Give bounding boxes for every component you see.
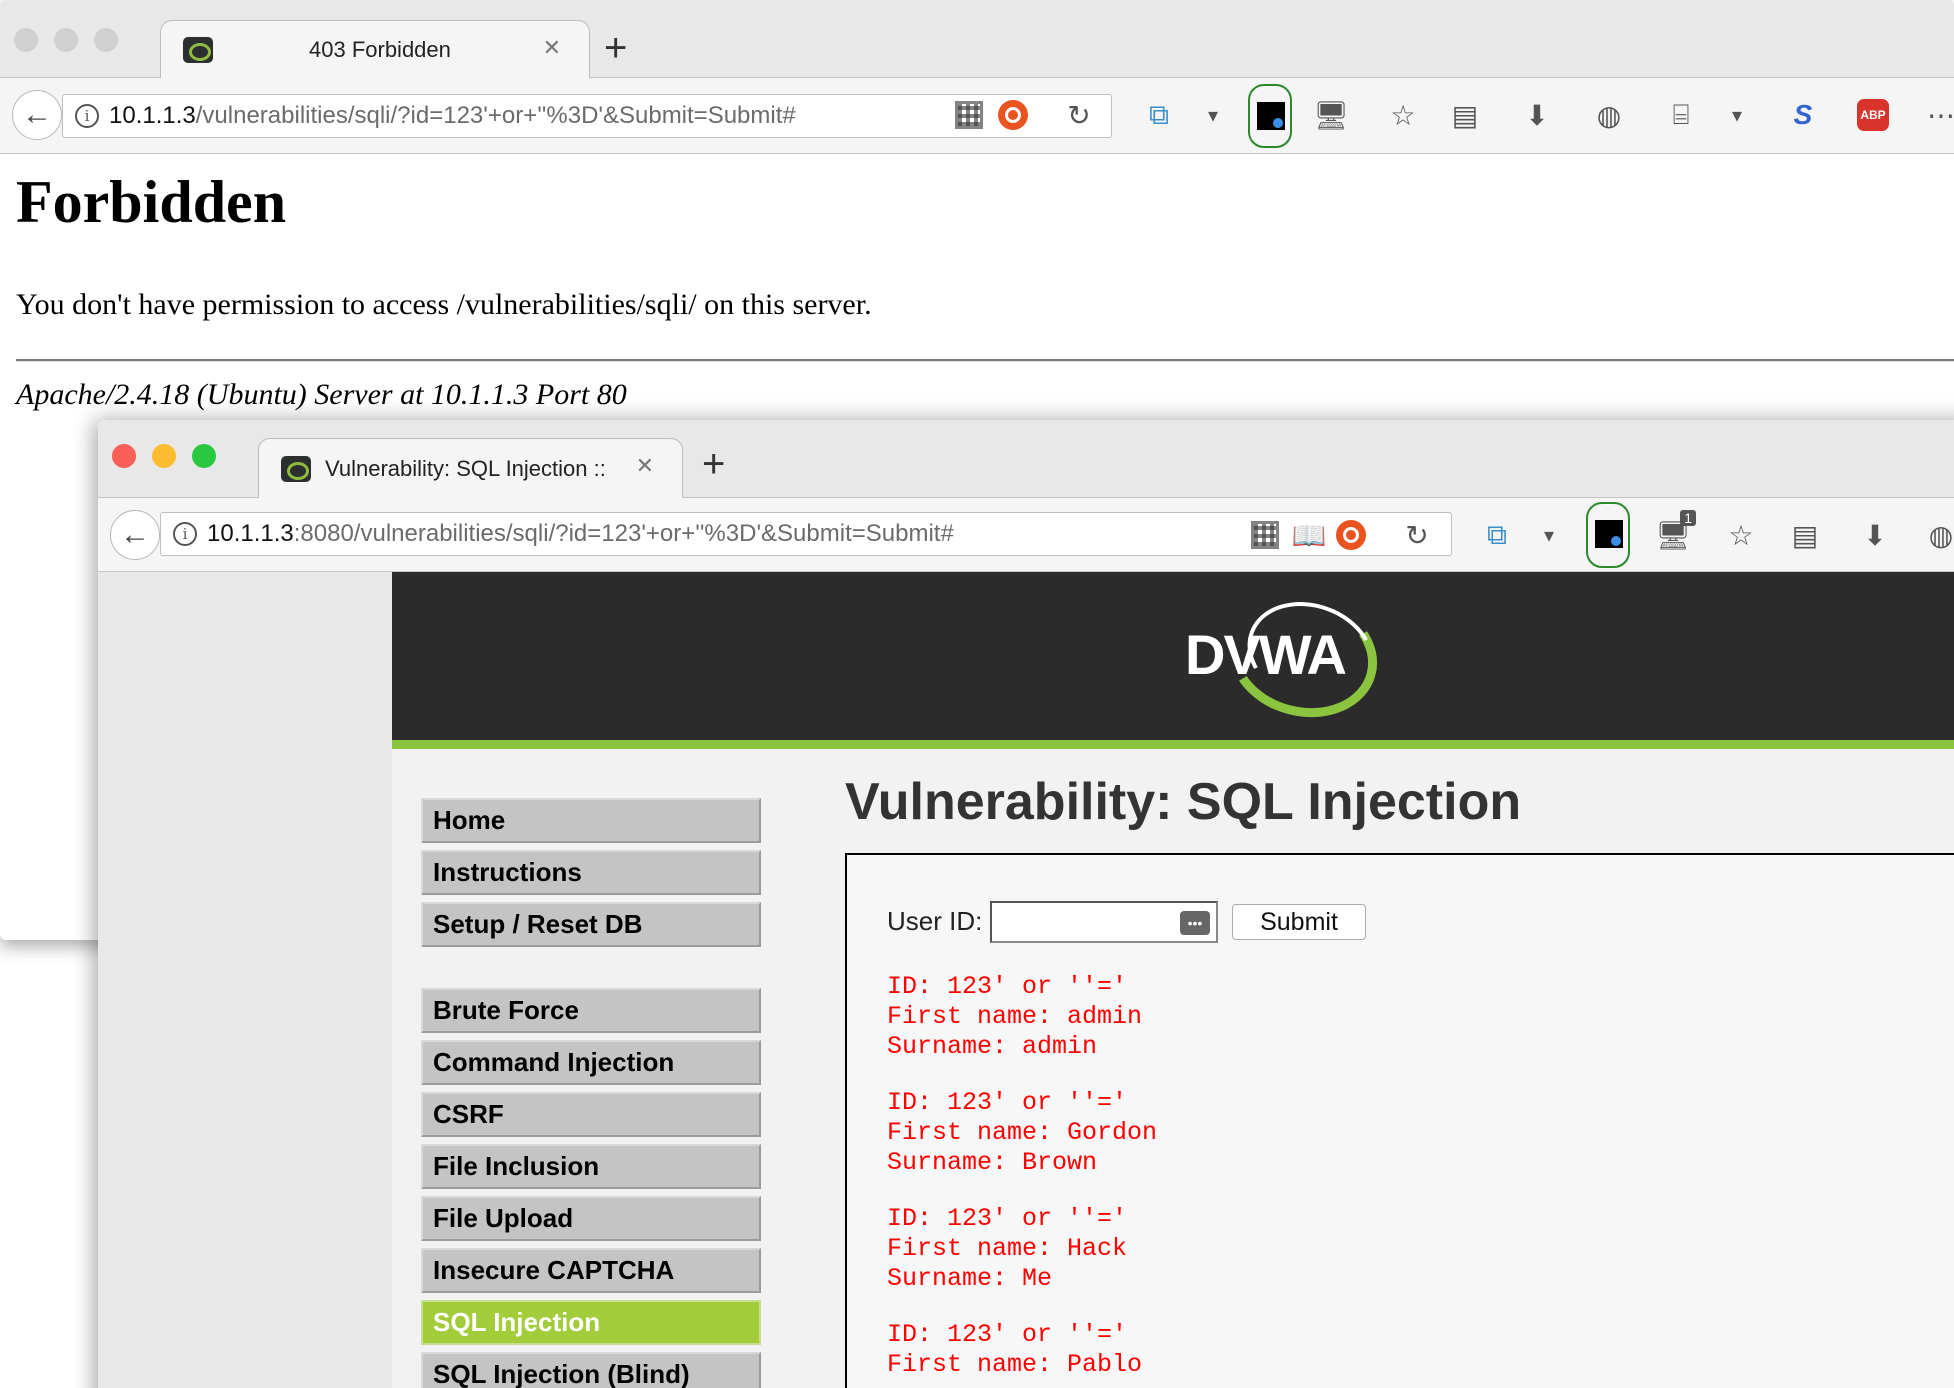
menu-item-command-injection[interactable]: Command Injection [421,1040,761,1085]
new-tab-icon[interactable]: + [702,444,725,484]
page-left-margin [98,572,392,1388]
menu-item-instructions[interactable]: Instructions [421,850,761,895]
black-square-icon [1595,520,1623,548]
divider [16,359,1954,362]
menu-item-sql-injection-blind[interactable]: SQL Injection (Blind) [421,1352,761,1388]
more-icon[interactable]: ⋯ [1924,98,1954,132]
result-id: ID: 123' or ''=' [887,972,1128,1001]
s-extension-icon[interactable]: S [1786,98,1820,132]
zoom-window-dot[interactable] [192,444,216,468]
back-button[interactable]: ← [110,510,160,560]
user-id-label: User ID: [887,906,983,936]
globe-icon[interactable]: ◍ [1924,518,1954,552]
dvwa-header [392,572,1954,740]
zoom-window-dot[interactable] [94,28,118,52]
reload-icon[interactable]: ↻ [1062,98,1096,132]
user-id-input[interactable]: ••• [990,901,1218,943]
menu-item-sql-injection[interactable]: SQL Injection [421,1300,761,1345]
reload-icon[interactable]: ↻ [1400,518,1434,552]
dropdown-arrow-icon[interactable]: ▾ [1720,98,1754,132]
dropdown-arrow-icon[interactable]: ▾ [1196,98,1230,132]
close-tab-icon[interactable]: ✕ [636,453,654,479]
url-path: /vulnerabilities/sqli/?id=123'+or+''%3D'… [195,102,796,129]
url-host: 10.1.1.3 [109,102,196,129]
extension-highlight[interactable] [1586,502,1630,568]
bookmark-star-icon[interactable]: ☆ [1724,518,1758,552]
minimize-window-dot[interactable] [152,444,176,468]
server-signature: Apache/2.4.18 (Ubuntu) Server at 10.1.1.… [16,378,627,411]
nav-bar: ← i 10.1.1.3/vulnerabilities/sqli/?id=12… [0,78,1954,154]
page-title: Vulnerability: SQL Injection [845,773,1522,831]
url-host: 10.1.1.3 [207,520,294,547]
extension-highlight[interactable] [1248,84,1292,148]
reading-list-icon[interactable]: ▤ [1448,98,1482,132]
screen-share-icon[interactable]: ⧉ [1480,518,1514,552]
nav-bar: ← i 10.1.1.3:8080/vulnerabilities/sqli/?… [98,498,1954,572]
result-block: ID: 123' or ''=' First name: admin Surname… [887,972,1142,1062]
tab-403-forbidden[interactable]: 403 Forbidden ✕ [160,20,590,78]
bookmark-star-icon[interactable]: ☆ [1386,98,1420,132]
close-window-dot[interactable] [14,28,38,52]
result-first-name: First name: admin [887,1002,1143,1031]
download-icon[interactable]: ⬇ [1520,98,1554,132]
adblock-icon[interactable]: ABP [1856,98,1890,132]
reader-view-icon[interactable]: 📖 [1292,518,1327,552]
result-surname: Surname: admin [887,1032,1098,1061]
close-window-dot[interactable] [112,444,136,468]
camera-icon[interactable]: ⌸ [1664,98,1698,132]
globe-icon[interactable]: ◍ [1592,98,1626,132]
ubuntu-icon[interactable] [1334,518,1368,552]
menu-item-home[interactable]: Home [421,798,761,843]
new-tab-icon[interactable]: + [604,28,627,68]
result-first-name: First name: Pablo [887,1350,1143,1379]
submit-button[interactable]: Submit [1232,904,1366,940]
tab-bar: 403 Forbidden ✕ + [0,0,1954,78]
info-icon[interactable]: i [173,522,197,546]
tab-title: Vulnerability: SQL Injection :: [325,455,606,481]
tab-sql-injection[interactable]: Vulnerability: SQL Injection :: ✕ [258,438,683,498]
forbidden-message: You don't have permission to access /vul… [16,288,872,321]
menu-item-insecure-captcha[interactable]: Insecure CAPTCHA [421,1248,761,1293]
monitor-badge: 1 [1680,510,1696,526]
menu-item-file-upload[interactable]: File Upload [421,1196,761,1241]
qr-code-icon[interactable] [952,98,986,132]
tab-bar: Vulnerability: SQL Injection :: ✕ + [98,420,1954,498]
result-first-name: First name: Gordon [887,1118,1158,1147]
menu-item-csrf[interactable]: CSRF [421,1092,761,1137]
minimize-window-dot[interactable] [54,28,78,52]
back-button[interactable]: ← [12,90,62,140]
black-square-icon [1257,102,1285,130]
result-id: ID: 123' or ''=' [887,1204,1128,1233]
screen-share-icon[interactable]: ⧉ [1142,98,1176,132]
page-heading: Forbidden [16,169,287,235]
qr-code-icon[interactable] [1248,518,1282,552]
dvwa-logo[interactable]: DVWA [1185,622,1347,687]
menu-item-setup-reset-db[interactable]: Setup / Reset DB [421,902,761,947]
result-id: ID: 123' or ''=' [887,1088,1128,1117]
tab-title: 403 Forbidden [309,36,451,62]
download-icon[interactable]: ⬇ [1858,518,1892,552]
dvwa-favicon-icon [183,36,213,63]
menu-item-brute-force[interactable]: Brute Force [421,988,761,1033]
result-surname: Surname: Me [887,1264,1053,1293]
result-block: ID: 123' or ''=' First name: Hack Surname:… [887,1204,1127,1294]
ubuntu-icon[interactable] [996,98,1030,132]
result-id: ID: 123' or ''=' [887,1320,1128,1349]
menu-item-file-inclusion[interactable]: File Inclusion [421,1144,761,1189]
result-block: ID: 123' or ''=' First name: Gordon Surnam… [887,1088,1157,1178]
network-monitor-icon[interactable]: 🖥 1 [1655,510,1696,552]
reading-list-icon[interactable]: ▤ [1788,518,1822,552]
close-tab-icon[interactable]: ✕ [543,35,561,61]
result-surname: Surname: Brown [887,1148,1098,1177]
info-icon[interactable]: i [75,104,99,128]
password-manager-icon[interactable]: ••• [1180,911,1210,935]
result-block: ID: 123' or ''=' First name: Pablo [887,1320,1142,1380]
header-accent-bar [392,740,1954,749]
result-first-name: First name: Hack [887,1234,1128,1263]
dvwa-favicon-icon [281,455,311,482]
dropdown-arrow-icon[interactable]: ▾ [1532,518,1566,552]
network-monitor-icon[interactable]: 🖥 [1313,98,1349,132]
url-path: :8080/vulnerabilities/sqli/?id=123'+or+'… [293,520,954,547]
